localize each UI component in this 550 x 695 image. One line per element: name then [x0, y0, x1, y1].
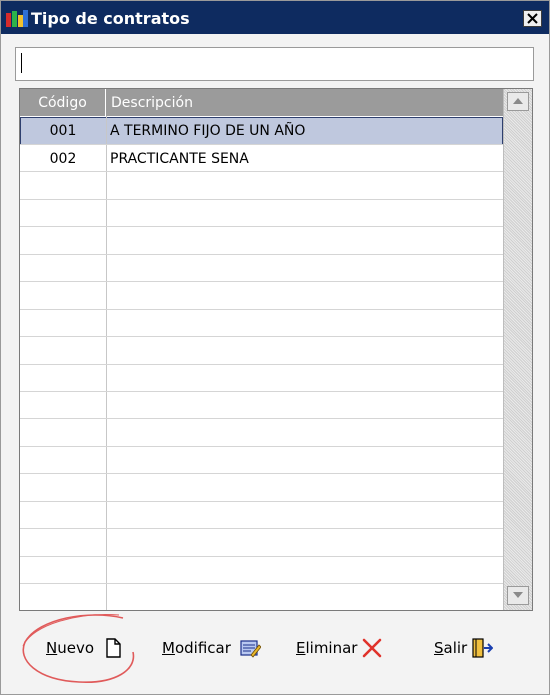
scroll-down-button[interactable]	[507, 586, 529, 605]
new-button-label: Nuevo	[46, 639, 95, 657]
new-document-icon	[106, 638, 121, 658]
table-row[interactable]: 001 A TERMINO FIJO DE UN AÑO	[20, 117, 503, 145]
window-title: Tipo de contratos	[31, 9, 190, 28]
cell-description: A TERMINO FIJO DE UN AÑO	[110, 123, 306, 139]
column-header-description[interactable]: Descripción	[106, 89, 503, 116]
row-divider	[20, 364, 503, 365]
close-button[interactable]	[523, 10, 542, 27]
delete-button[interactable]: Eliminar	[296, 633, 383, 663]
row-divider	[20, 556, 503, 557]
column-divider	[106, 116, 107, 610]
row-divider	[20, 418, 503, 419]
contract-types-table: Código Descripción 001 A TERMINO FIJO DE…	[19, 88, 533, 611]
row-divider	[20, 528, 503, 529]
row-divider	[20, 281, 503, 282]
exit-door-icon	[472, 638, 494, 658]
contract-types-window: Tipo de contratos Código Descripción 001…	[0, 0, 550, 695]
vertical-scrollbar[interactable]	[503, 89, 532, 610]
title-bar[interactable]: Tipo de contratos	[1, 1, 549, 34]
text-caret	[21, 53, 22, 73]
close-icon	[527, 13, 538, 24]
scroll-up-button[interactable]	[507, 92, 529, 111]
row-divider	[20, 254, 503, 255]
cell-description: PRACTICANTE SENA	[110, 151, 249, 167]
modify-button-label: Modificar	[162, 639, 231, 657]
app-icon	[6, 10, 28, 27]
delete-x-icon	[363, 638, 382, 658]
row-divider	[20, 446, 503, 447]
row-divider	[20, 473, 503, 474]
arrow-up-icon	[513, 98, 523, 104]
arrow-down-icon	[513, 592, 523, 598]
cell-code: 002	[49, 151, 77, 167]
row-divider	[20, 171, 503, 172]
exit-button[interactable]: Salir	[434, 633, 494, 663]
exit-button-label: Salir	[434, 639, 468, 657]
row-divider	[20, 583, 503, 584]
new-button[interactable]: Nuevo	[46, 633, 124, 663]
edit-icon	[240, 640, 261, 658]
row-divider	[20, 144, 503, 145]
modify-button[interactable]: Modificar	[162, 633, 261, 663]
cell-code: 001	[49, 123, 77, 139]
row-divider	[20, 391, 503, 392]
search-input[interactable]	[15, 47, 534, 81]
table-row[interactable]: 002 PRACTICANTE SENA	[20, 145, 503, 173]
row-divider	[20, 199, 503, 200]
delete-button-label: Eliminar	[296, 639, 358, 657]
row-divider	[20, 226, 503, 227]
row-divider	[20, 336, 503, 337]
row-divider	[20, 501, 503, 502]
column-header-code[interactable]: Código	[20, 89, 106, 116]
row-divider	[20, 309, 503, 310]
